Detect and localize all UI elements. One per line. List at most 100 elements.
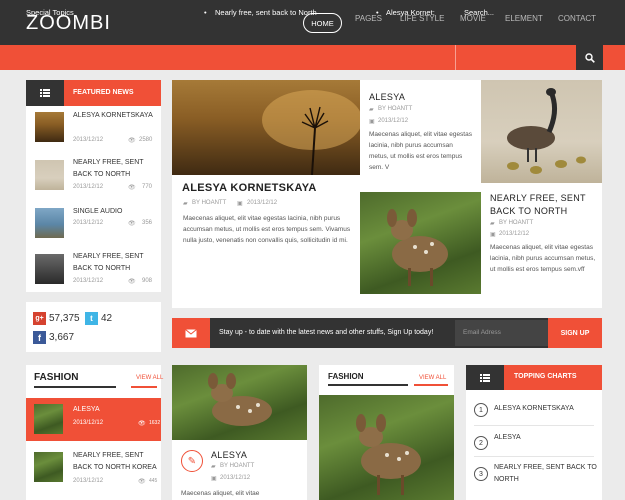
social-counter-panel xyxy=(26,302,161,352)
featured-item-title[interactable]: NEARLY FREE, SENT BACK TO NORTH xyxy=(73,251,155,275)
eye-icon: 👁 xyxy=(128,221,136,227)
mail-icon xyxy=(172,318,210,348)
chart-item-title[interactable]: NEARLY FREE, SENT BACK TO NORTH xyxy=(494,462,598,486)
fashion-image[interactable] xyxy=(319,395,454,500)
article-image-deer[interactable] xyxy=(360,192,481,294)
fashion-feature-image[interactable] xyxy=(172,365,307,440)
google-plus-icon[interactable]: g+ xyxy=(33,312,46,325)
eye-icon: 👁 xyxy=(128,138,136,144)
email-input[interactable]: Email Adress xyxy=(455,320,548,346)
article-title[interactable]: ALESYA xyxy=(369,92,405,102)
featured-item-date: 2013/12/12 xyxy=(73,184,104,190)
view-all-underline xyxy=(131,386,157,388)
featured-item-views: 2580 xyxy=(139,137,153,143)
featured-item-title[interactable]: ALESYA KORNETSKAYA xyxy=(73,110,155,122)
fashion-feature-title[interactable]: ALESYA xyxy=(211,450,247,460)
topics-bar xyxy=(0,45,625,70)
featured-item-title[interactable]: NEARLY FREE, SENT BACK TO NORTH xyxy=(73,157,155,181)
chart-rank-number: 3 xyxy=(474,467,488,481)
search-button[interactable] xyxy=(576,45,603,70)
google-plus-count: 57,375 xyxy=(49,313,80,324)
article-excerpt: Maecenas aliquet, elit vitae xyxy=(181,490,260,497)
article-title[interactable]: ALESYA KORNETSKAYA xyxy=(182,182,317,194)
topic-link-2[interactable]: Alesya Kornet: xyxy=(386,8,435,17)
newsletter-text: Stay up - to date with the latest news a… xyxy=(219,329,434,336)
fashion-thumb-2[interactable] xyxy=(34,452,63,482)
twitter-icon[interactable]: t xyxy=(85,312,98,325)
fashion-item-views: 445 xyxy=(149,478,158,484)
list-icon xyxy=(26,80,64,106)
fashion-item-views: 1632 xyxy=(149,420,161,426)
article-author[interactable]: BY HOANTT xyxy=(220,463,254,469)
comment-icon: ▰ xyxy=(490,221,495,227)
fashion-item-date: 2013/12/12 xyxy=(73,478,104,484)
topic-link-1[interactable]: Nearly free, sent back to North xyxy=(215,8,317,17)
nav-element[interactable]: ELEMENT xyxy=(505,14,543,23)
eye-icon: 👁 xyxy=(128,279,136,285)
featured-item-date: 2013/12/12 xyxy=(73,220,104,226)
list-icon xyxy=(466,365,504,390)
fashion-heading: FASHION xyxy=(34,372,79,383)
article-excerpt: Maecenas aliquet, elit vitae egestas lac… xyxy=(369,131,472,171)
fashion-item-title[interactable]: ALESYA xyxy=(73,404,100,416)
divider xyxy=(474,425,594,426)
chart-item-title[interactable]: ALESYA KORNETSKAYA xyxy=(494,403,574,415)
featured-news-title: FEATURED NEWS xyxy=(64,80,161,106)
fashion-item-title[interactable]: NEARLY FREE, SENT BACK TO NORTH KOREA xyxy=(73,450,161,474)
fashion-heading: FASHION xyxy=(328,372,364,381)
article-date: 2013/12/12 xyxy=(378,118,409,124)
nav-contact[interactable]: CONTACT xyxy=(558,14,596,23)
article-date: 2013/12/12 xyxy=(247,200,278,206)
fashion-item-date: 2013/12/12 xyxy=(73,420,104,426)
article-author[interactable]: BY HOANTT xyxy=(192,200,226,206)
article-excerpt: Maecenas aliquet, elit vitae egestas lac… xyxy=(490,244,596,273)
heading-underline xyxy=(328,384,408,386)
view-all-underline xyxy=(414,384,448,386)
featured-item-title[interactable]: SINGLE AUDIO xyxy=(73,206,155,218)
eye-icon: 👁 xyxy=(128,185,136,191)
divider xyxy=(474,456,594,457)
comment-icon: ▰ xyxy=(211,464,216,470)
featured-item-date: 2013/12/12 xyxy=(73,278,104,284)
featured-thumb-2[interactable] xyxy=(35,160,64,190)
article-excerpt: Maecenas aliquet, elit vitae egestas lac… xyxy=(183,215,351,244)
chart-rank-number: 2 xyxy=(474,436,488,450)
comment-icon: ▰ xyxy=(183,201,188,207)
topping-charts-title: TOPPING CHARTS xyxy=(504,365,602,390)
featured-item-views: 770 xyxy=(142,184,153,190)
facebook-count: 3,667 xyxy=(49,332,75,343)
article-date: 2013/12/12 xyxy=(499,231,530,237)
topic-bullet-icon: • xyxy=(204,8,207,17)
article-author[interactable]: BY HOANTT xyxy=(499,220,533,226)
special-topics-label: Special Topics xyxy=(26,8,74,17)
comment-icon: ▰ xyxy=(369,107,374,113)
topic-bullet-icon: • xyxy=(376,8,379,17)
eye-icon: 👁 xyxy=(138,479,146,485)
view-all-link[interactable]: VIEW ALL xyxy=(419,375,446,381)
chart-item-title[interactable]: ALESYA xyxy=(494,432,521,444)
article-date: 2013/12/12 xyxy=(220,475,251,481)
article-image-goose[interactable] xyxy=(481,80,602,183)
featured-thumb-1[interactable] xyxy=(35,112,64,142)
eye-icon: 👁 xyxy=(138,421,146,427)
edit-icon[interactable]: ✎ xyxy=(181,450,203,472)
twitter-count: 42 xyxy=(101,313,113,324)
article-author[interactable]: BY HOANTT xyxy=(378,106,412,112)
article-image-sunset[interactable] xyxy=(172,80,360,175)
search-divider xyxy=(455,45,456,70)
featured-thumb-4[interactable] xyxy=(35,254,64,284)
facebook-icon[interactable]: f xyxy=(33,331,46,344)
calendar-icon: ▣ xyxy=(211,476,217,482)
featured-item-views: 356 xyxy=(142,220,153,226)
calendar-icon: ▣ xyxy=(369,119,375,125)
featured-item-views: 908 xyxy=(142,278,153,284)
view-all-link[interactable]: VIEW ALL xyxy=(136,375,163,381)
sign-up-button[interactable]: SIGN UP xyxy=(548,318,602,348)
calendar-icon: ▣ xyxy=(490,232,496,238)
article-title[interactable]: NEARLY FREE, SENT BACK TO NORTH xyxy=(490,192,598,218)
fashion-thumb-1[interactable] xyxy=(34,404,63,434)
heading-underline xyxy=(34,386,116,388)
featured-thumb-3[interactable] xyxy=(35,208,64,238)
chart-rank-number: 1 xyxy=(474,403,488,417)
search-input[interactable]: Search... xyxy=(464,8,494,17)
